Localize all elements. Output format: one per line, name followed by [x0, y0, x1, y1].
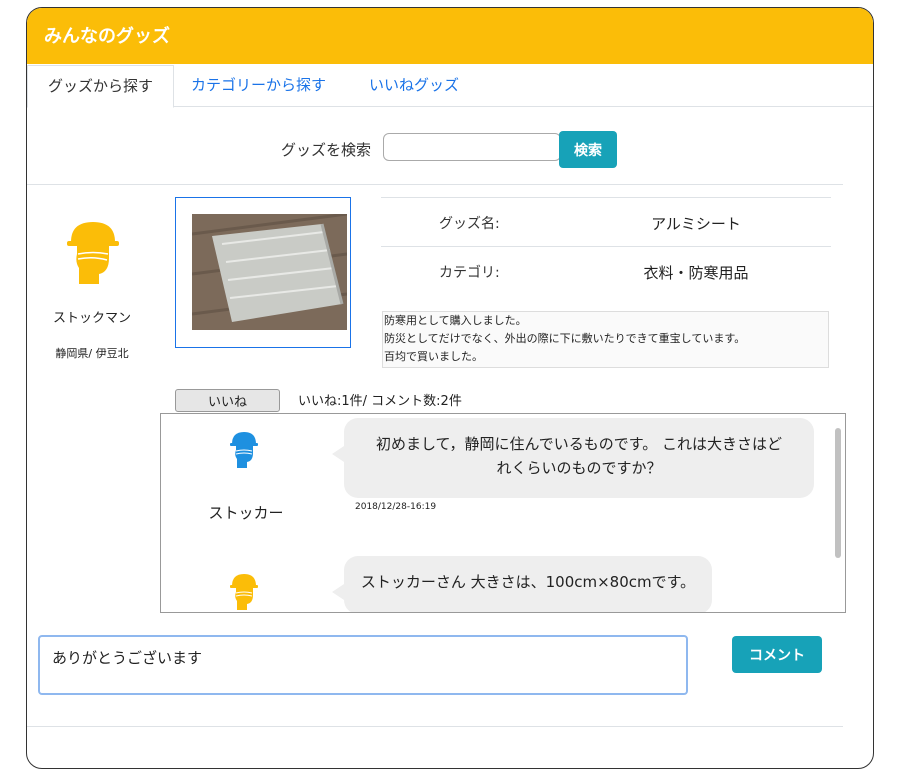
- goods-photo-frame: [175, 197, 351, 348]
- comment-text: ストッカーさん 大きさは、100cm×80cmです。: [360, 573, 696, 591]
- helmet-person-icon: [230, 432, 258, 468]
- goods-name-value: アルミシート: [651, 215, 741, 233]
- like-button[interactable]: いいね: [175, 389, 280, 412]
- divider: [27, 726, 843, 727]
- helmet-person-icon: [230, 574, 258, 610]
- goods-name-key: グッズ名:: [439, 216, 500, 232]
- goods-category-value: 衣料・防寒用品: [643, 264, 749, 282]
- helmet-person-icon: [67, 222, 119, 284]
- goods-category-row: カテゴリ: 衣料・防寒用品: [381, 246, 831, 295]
- app-title: みんなのグッズ: [44, 26, 170, 47]
- goods-description: 防寒用として購入しました。 防災としてだけでなく、外出の際に下に敷いたりできて重…: [382, 311, 829, 368]
- search-button[interactable]: 検索: [559, 131, 617, 168]
- owner-name[interactable]: ストックマン: [27, 307, 157, 326]
- search-row: グッズを検索 検索: [27, 131, 873, 171]
- comment-user-name[interactable]: ストッカー: [191, 502, 301, 523]
- comment-bubble: 初めまして，静岡に住んでいるものです。 これは大きさはど れくらいのものですか？: [332, 418, 814, 498]
- scrollbar[interactable]: [835, 428, 841, 558]
- comment-text: れくらいのものですか？: [496, 459, 662, 477]
- description-line: 防寒用として購入しました。: [384, 314, 527, 327]
- tab-bar: グッズから探す カテゴリーから探す いいねグッズ: [27, 65, 873, 108]
- tab-search-category[interactable]: カテゴリーから探す: [191, 65, 326, 106]
- divider: [27, 184, 843, 185]
- tab-liked-goods[interactable]: いいねグッズ: [369, 65, 459, 106]
- goods-photo: [192, 214, 347, 330]
- search-label: グッズを検索: [281, 141, 372, 159]
- goods-info-table: グッズ名: アルミシート カテゴリ: 衣料・防寒用品: [381, 197, 831, 295]
- description-line: 百均で買いました。: [384, 350, 483, 363]
- goods-category-key: カテゴリ:: [439, 265, 500, 281]
- comment-list[interactable]: ストッカー 初めまして，静岡に住んでいるものです。 これは大きさはど れくらいの…: [160, 413, 846, 613]
- tab-search-goods[interactable]: グッズから探す: [27, 65, 174, 108]
- comment-bubble: ストッカーさん 大きさは、100cm×80cmです。: [332, 556, 712, 612]
- comment-input[interactable]: ありがとうございます: [38, 635, 688, 695]
- goods-name-row: グッズ名: アルミシート: [381, 197, 831, 246]
- comment-time: 2018/12/28-16:19: [355, 502, 437, 512]
- app-header: みんなのグッズ: [27, 8, 873, 64]
- comment-text: 初めまして，静岡に住んでいるものです。 これは大きさはど: [375, 435, 783, 453]
- search-input[interactable]: [383, 133, 561, 161]
- comment-button[interactable]: コメント: [732, 636, 822, 673]
- app-frame: みんなのグッズ グッズから探す カテゴリーから探す いいねグッズ グッズを検索 …: [26, 7, 874, 769]
- like-stats: いいね:1件/ コメント数:2件: [298, 394, 462, 409]
- owner-location: 静岡県/ 伊豆北: [55, 347, 129, 360]
- description-line: 防災としてだけでなく、外出の際に下に敷いたりできて重宝しています。: [384, 332, 746, 345]
